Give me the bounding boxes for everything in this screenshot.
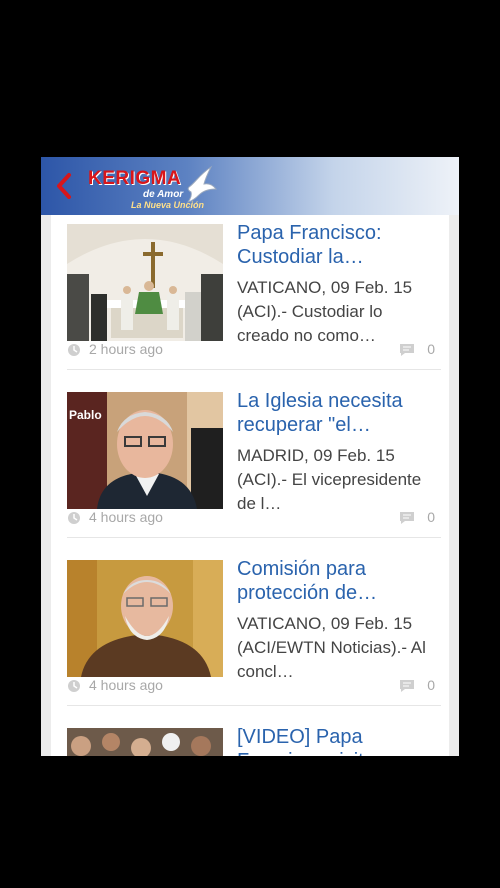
- comment-count: 0: [427, 677, 435, 693]
- news-excerpt: VATICANO, 09 Feb. 15 (ACI/EWTN Noticias)…: [237, 614, 426, 681]
- news-title[interactable]: Papa Francisco: Custodiar la…: [237, 221, 437, 269]
- header-bar: KERIGMA de Amor La Nueva Unción: [41, 157, 459, 215]
- logo-subtitle: de Amor: [143, 189, 184, 200]
- news-item[interactable]: Pablo La Iglesia necesita recuperar "el……: [51, 383, 449, 551]
- divider: [67, 537, 441, 538]
- news-thumbnail: [67, 728, 223, 756]
- news-time: 4 hours ago: [89, 677, 163, 693]
- news-time: 4 hours ago: [89, 509, 163, 525]
- app-logo: KERIGMA de Amor La Nueva Unción: [85, 163, 217, 211]
- comment-count: 0: [427, 341, 435, 357]
- news-meta: 4 hours ago 0: [67, 676, 437, 696]
- clock-icon: [68, 344, 80, 356]
- comment-icon: [400, 680, 414, 692]
- news-excerpt: VATICANO, 09 Feb. 15 (ACI).- Custodiar l…: [237, 278, 413, 345]
- comment-icon: [400, 512, 414, 524]
- thumb-caption: Pablo: [69, 408, 102, 422]
- news-thumbnail: [67, 224, 223, 341]
- logo-tagline: La Nueva Unción: [131, 200, 205, 210]
- news-item[interactable]: Comisión para protección de… VATICANO, 0…: [51, 551, 449, 719]
- news-item[interactable]: Papa Francisco: Custodiar la… VATICANO, …: [51, 215, 449, 383]
- back-button[interactable]: [51, 170, 77, 202]
- divider: [67, 369, 441, 370]
- clock-icon: [68, 512, 80, 524]
- logo-title: KERIGMA: [88, 168, 182, 189]
- news-time: 2 hours ago: [89, 341, 163, 357]
- news-meta: 4 hours ago 0: [67, 508, 437, 528]
- news-excerpt: MADRID, 09 Feb. 15 (ACI).- El vicepresid…: [237, 446, 422, 513]
- news-title[interactable]: Comisión para protección de…: [237, 557, 437, 605]
- chevron-left-icon: [57, 173, 71, 199]
- news-thumbnail: [67, 560, 223, 677]
- clock-icon: [68, 680, 80, 692]
- comment-count: 0: [427, 509, 435, 525]
- app-screen: KERIGMA de Amor La Nueva Unción Papa Fra…: [41, 157, 459, 756]
- news-feed[interactable]: Papa Francisco: Custodiar la… VATICANO, …: [51, 215, 449, 756]
- comment-icon: [400, 344, 414, 356]
- news-thumbnail: Pablo: [67, 392, 223, 509]
- news-meta: 2 hours ago 0: [67, 340, 437, 360]
- news-title[interactable]: [VIDEO] Papa Francisco visita…: [237, 725, 437, 756]
- dove-icon: [186, 165, 217, 203]
- divider: [67, 705, 441, 706]
- news-title[interactable]: La Iglesia necesita recuperar "el…: [237, 389, 437, 437]
- news-item[interactable]: [VIDEO] Papa Francisco visita…: [51, 719, 449, 756]
